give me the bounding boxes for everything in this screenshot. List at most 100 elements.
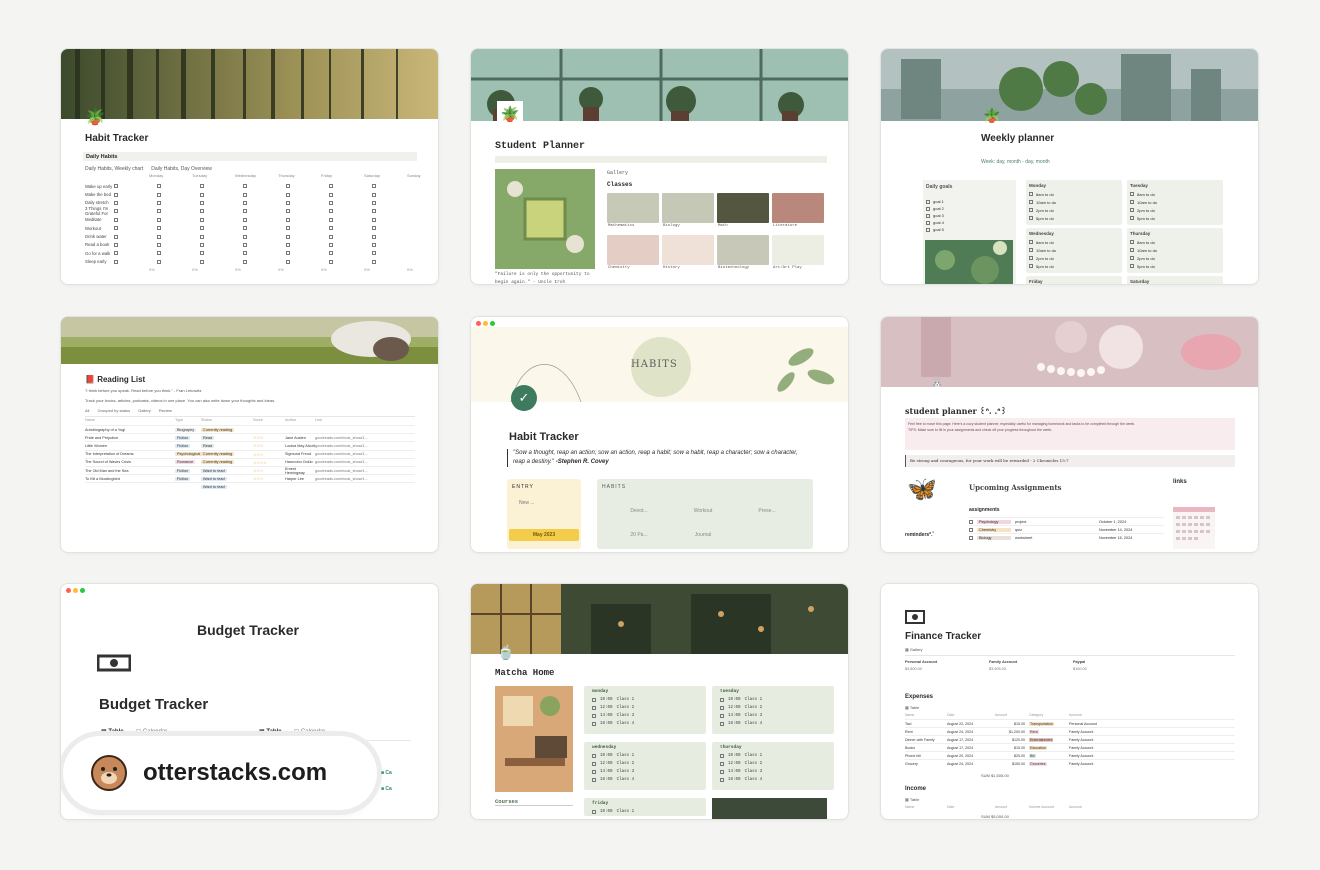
habit-checkbox[interactable] <box>114 251 118 256</box>
habit-checkbox[interactable] <box>243 242 247 247</box>
table-row[interactable]: Rent August 24, 2024 $1,200.00 Rent Family A… <box>905 727 1235 735</box>
habit-checkbox[interactable] <box>200 242 204 247</box>
goal-checkbox[interactable] <box>926 199 930 204</box>
slot-checkbox[interactable] <box>592 770 596 774</box>
habit-checkbox[interactable] <box>157 226 161 231</box>
task-checkbox[interactable] <box>1130 256 1134 260</box>
template-card-matcha-home[interactable]: 🍵 Matcha Home Courses monday 10:00 Class 1… <box>470 583 849 820</box>
slot-checkbox[interactable] <box>720 714 724 718</box>
table-row[interactable]: Grocery August 24, 2024 $150.00 Groceries Fa… <box>905 759 1235 767</box>
class-name[interactable]: Art/Art Play <box>773 266 802 270</box>
slot-checkbox[interactable] <box>720 754 724 758</box>
table-row[interactable]: The Sound of Waves Crisis Romance Currentl… <box>85 457 415 466</box>
task-checkbox[interactable] <box>1029 240 1033 244</box>
task-checkbox[interactable] <box>1130 192 1134 196</box>
table-row[interactable]: The Old Man and the Sea Fiction Want to re… <box>85 465 415 475</box>
habit-checkbox[interactable] <box>372 259 376 264</box>
account-card[interactable]: Personal Account $3,800.00 <box>905 660 985 678</box>
habit-checkbox[interactable] <box>243 209 247 214</box>
habit-checkbox[interactable] <box>286 192 290 197</box>
habit-checkbox[interactable] <box>200 192 204 197</box>
slot-checkbox[interactable] <box>592 722 596 726</box>
habit-checkbox[interactable] <box>372 209 376 214</box>
habit-card[interactable]: Prese... <box>735 499 799 523</box>
tab-calendar[interactable]: ▢ Calendar <box>136 728 168 735</box>
habit-checkbox[interactable] <box>114 217 118 222</box>
habit-checkbox[interactable] <box>286 251 290 256</box>
task-checkbox[interactable] <box>1029 200 1033 204</box>
template-card-finance-tracker[interactable]: Finance Tracker ▦ Gallery Expenses ▦ Tab… <box>880 583 1259 820</box>
habit-checkbox[interactable] <box>243 192 247 197</box>
task-checkbox[interactable] <box>1029 264 1033 268</box>
view-tab[interactable]: Gallery <box>138 408 151 413</box>
table-row[interactable]: Phone bill August 20, 2024 $25.00 Bill Famil… <box>905 751 1235 759</box>
habit-checkbox[interactable] <box>372 184 376 189</box>
habit-checkbox[interactable] <box>200 217 204 222</box>
task-checkbox[interactable] <box>1130 240 1134 244</box>
link-cell[interactable]: goodreads.com/book_show/1... <box>315 436 375 440</box>
assignment-checkbox[interactable] <box>969 527 973 532</box>
table-row[interactable]: To Kill a Mockingbird Fiction Want to read… <box>85 474 415 482</box>
class-name[interactable]: History <box>663 266 680 270</box>
task-checkbox[interactable] <box>1029 216 1033 220</box>
habit-checkbox[interactable] <box>114 200 118 205</box>
habit-checkbox[interactable] <box>372 226 376 231</box>
slot-checkbox[interactable] <box>592 810 596 814</box>
habit-checkbox[interactable] <box>286 217 290 222</box>
habit-checkbox[interactable] <box>157 184 161 189</box>
assignment-row[interactable]: Psychology project October 1, 2024 <box>969 517 1164 525</box>
table-row[interactable]: Autobiography of a Yogi Biography Currentl… <box>85 425 415 433</box>
slot-checkbox[interactable] <box>720 706 724 710</box>
habit-checkbox[interactable] <box>114 234 118 239</box>
habit-checkbox[interactable] <box>157 192 161 197</box>
habit-checkbox[interactable] <box>372 251 376 256</box>
task-checkbox[interactable] <box>1029 256 1033 260</box>
habit-checkbox[interactable] <box>157 200 161 205</box>
habit-checkbox[interactable] <box>329 259 333 264</box>
class-name[interactable]: Literature <box>773 224 797 228</box>
habit-checkbox[interactable] <box>372 200 376 205</box>
habit-checkbox[interactable] <box>157 242 161 247</box>
goal-checkbox[interactable] <box>926 206 930 211</box>
template-card-habit-tracker[interactable]: 🪴 Habit Tracker Daily Habits Daily Habit… <box>60 48 439 285</box>
assignment-checkbox[interactable] <box>969 519 973 524</box>
table-row[interactable]: Pride and Prejudice Fiction Read ☆☆☆ Jane Au… <box>85 433 415 441</box>
task-checkbox[interactable] <box>1130 200 1134 204</box>
tab-weekly[interactable]: Daily Habits, Weekly chart <box>85 165 143 173</box>
link-cell[interactable]: goodreads.com/book_show/1... <box>315 452 375 456</box>
table-row[interactable]: Little Women Fiction Read ☆☆☆ Louisa May Alc… <box>85 441 415 449</box>
habit-checkbox[interactable] <box>200 184 204 189</box>
class-name[interactable]: Biotechnology <box>718 266 749 270</box>
template-card-weekly-planner[interactable]: 🪴 Weekly planner Week: day, month - day,… <box>880 48 1259 285</box>
habit-checkbox[interactable] <box>329 251 333 256</box>
habit-checkbox[interactable] <box>200 200 204 205</box>
habit-checkbox[interactable] <box>157 209 161 214</box>
table-tab[interactable]: ▦ Table <box>905 796 919 804</box>
habit-card[interactable]: Journal <box>671 523 735 547</box>
new-entry-button[interactable]: New ... <box>507 495 581 511</box>
assignment-checkbox[interactable] <box>969 535 973 540</box>
habit-checkbox[interactable] <box>157 259 161 264</box>
habit-checkbox[interactable] <box>200 226 204 231</box>
habit-checkbox[interactable] <box>372 242 376 247</box>
habit-checkbox[interactable] <box>286 234 290 239</box>
habit-checkbox[interactable] <box>200 251 204 256</box>
tab-table[interactable]: ▦ Table <box>259 728 282 735</box>
class-name[interactable]: Chemistry <box>608 266 630 270</box>
slot-checkbox[interactable] <box>592 706 596 710</box>
habit-checkbox[interactable] <box>114 209 118 214</box>
tab-table[interactable]: ▦ Table <box>101 728 124 735</box>
habit-checkbox[interactable] <box>243 217 247 222</box>
view-tab[interactable]: ▦ Gallery <box>905 646 923 654</box>
class-name[interactable]: Biology <box>663 224 680 228</box>
habit-checkbox[interactable] <box>329 200 333 205</box>
habit-checkbox[interactable] <box>329 209 333 214</box>
task-checkbox[interactable] <box>1130 216 1134 220</box>
habit-card[interactable]: Devot... <box>607 499 671 523</box>
account-card[interactable]: Paypal $100.00 <box>1073 660 1153 678</box>
habit-checkbox[interactable] <box>329 184 333 189</box>
habit-checkbox[interactable] <box>243 226 247 231</box>
class-name[interactable]: Math <box>718 224 728 228</box>
table-row[interactable]: Want to read <box>85 482 415 490</box>
assignment-row[interactable]: Chemistry quiz November 14, 2024 <box>969 525 1164 533</box>
